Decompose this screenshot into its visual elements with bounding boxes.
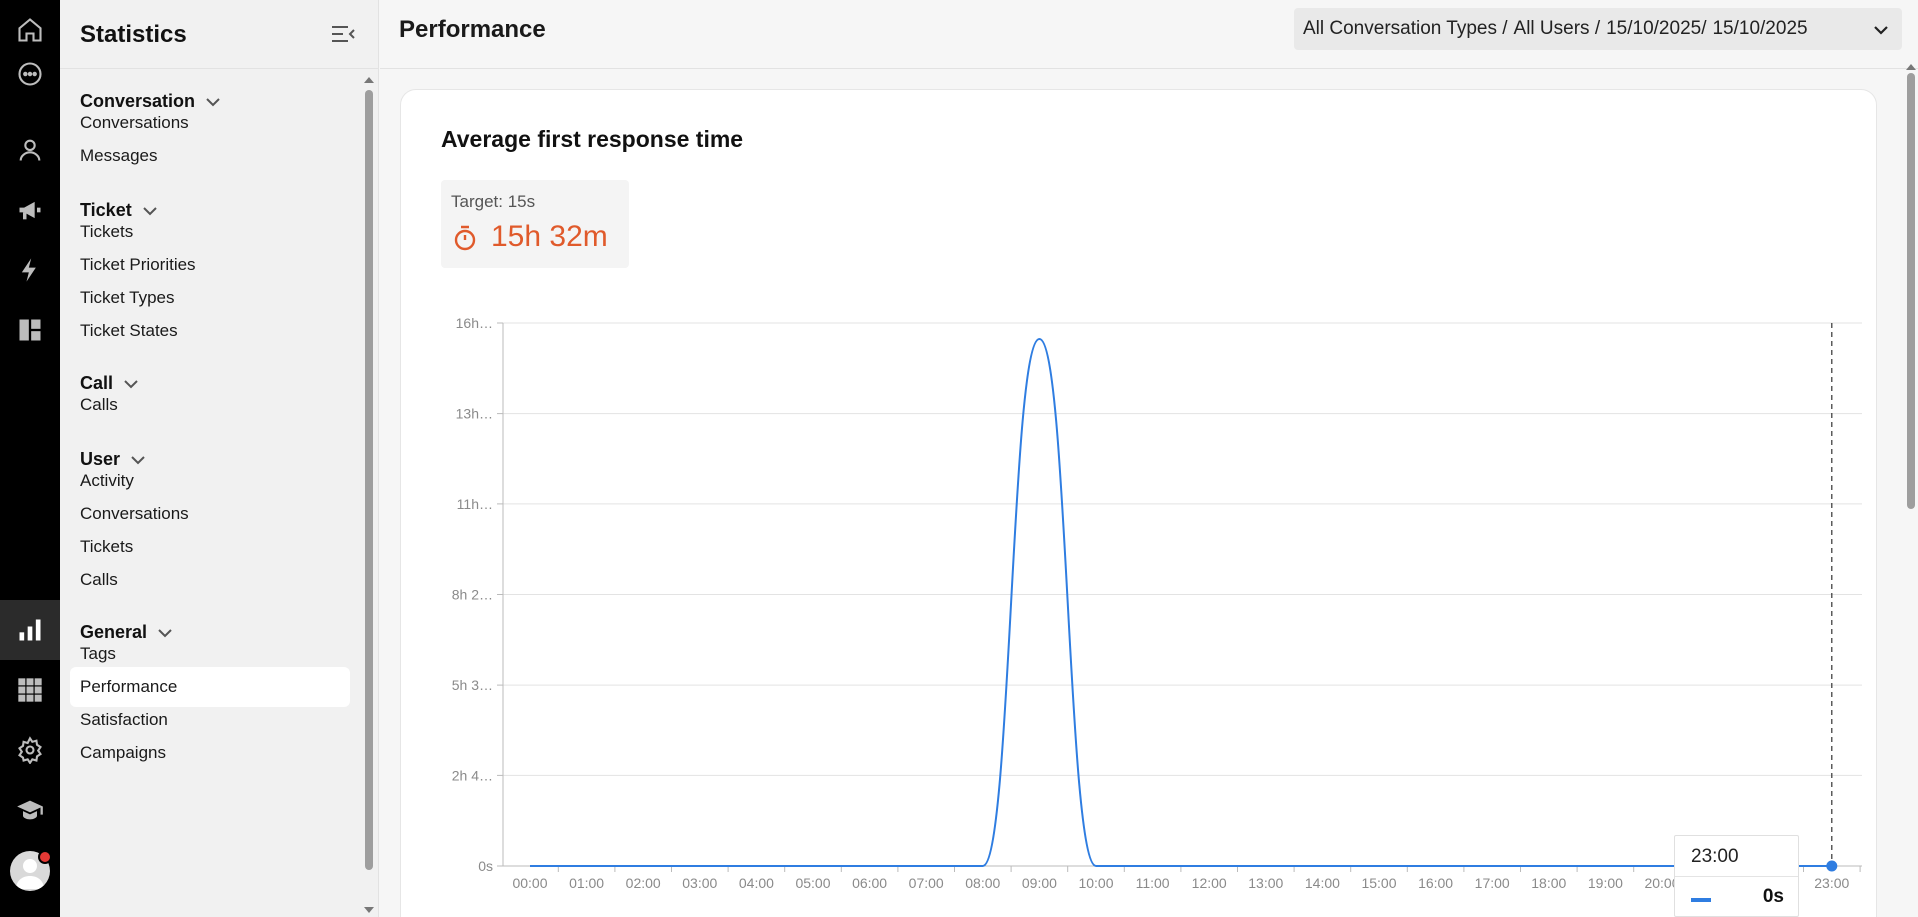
hover-point: [1826, 860, 1838, 872]
y-tick-label: 0s: [478, 858, 493, 874]
x-tick-label: 23:00: [1814, 875, 1849, 891]
x-tick-label: 02:00: [626, 875, 661, 891]
x-tick-label: 17:00: [1475, 875, 1510, 891]
x-tick-label: 15:00: [1361, 875, 1396, 891]
tooltip-value: 0s: [1762, 886, 1784, 907]
response-time-chart: 0s 2h 4… 5h 3… 8h 2… 11h… 13h… 16h… 00:00 01:00 0…: [452, 315, 1862, 891]
x-tick-label: 01:00: [569, 875, 604, 891]
x-tick-label: 06:00: [852, 875, 887, 891]
main-scrollbar[interactable]: [1907, 73, 1915, 509]
x-tick-label: 10:00: [1078, 875, 1113, 891]
y-tick-label: 8h 2…: [452, 587, 493, 603]
tooltip-label: 23:00: [1691, 846, 1739, 867]
tooltip-divider: [1675, 876, 1798, 877]
tooltip-series-swatch: [1691, 898, 1711, 902]
x-tick-label: 12:00: [1192, 875, 1227, 891]
series-line: [529, 337, 1832, 868]
chart-tooltip: 23:00 0s: [1674, 835, 1799, 917]
x-tick-label: 19:00: [1588, 875, 1623, 891]
y-tick-label: 13h…: [456, 406, 493, 422]
main-scroll-up-icon[interactable]: [1905, 63, 1917, 71]
x-tick-label: 00:00: [512, 875, 547, 891]
x-tick-label: 14:00: [1305, 875, 1340, 891]
x-tick-label: 05:00: [795, 875, 830, 891]
x-tick-label: 08:00: [965, 875, 1000, 891]
x-tick-label: 03:00: [682, 875, 717, 891]
x-tick-label: 09:00: [1022, 875, 1057, 891]
y-tick-label: 2h 4…: [452, 767, 493, 783]
y-tick-label: 5h 3…: [452, 677, 493, 693]
y-tick-label: 11h…: [457, 496, 493, 512]
y-tick-label: 16h…: [456, 315, 493, 331]
x-tick-label: 13:00: [1248, 875, 1283, 891]
x-tick-label: 11:00: [1136, 875, 1170, 891]
x-tick-label: 16:00: [1418, 875, 1453, 891]
x-tick-label: 04:00: [739, 875, 774, 891]
x-tick-label: 07:00: [909, 875, 944, 891]
x-tick-label: 18:00: [1531, 875, 1566, 891]
